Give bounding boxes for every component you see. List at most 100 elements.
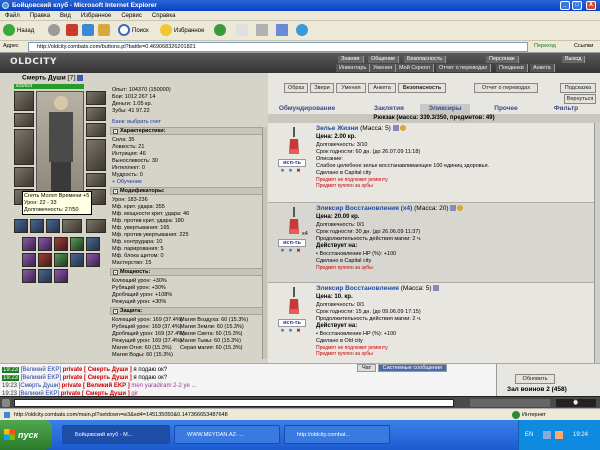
go-button[interactable]: Переход — [534, 43, 556, 49]
collapse-icon[interactable]: - — [113, 129, 118, 134]
tab-filter[interactable]: Фильтр — [546, 104, 586, 114]
menu-help[interactable]: Справка — [147, 11, 181, 21]
taskbar-item-combats[interactable]: Бойцовский клуб - M... — [62, 425, 170, 444]
nav-communication[interactable]: Общение — [368, 56, 400, 63]
use-item-button[interactable]: исп-ть — [278, 239, 306, 247]
window-titlebar[interactable]: Бойцовский клуб - Microsoft Internet Exp… — [0, 0, 600, 11]
drop-icon[interactable]: ✖ — [296, 169, 301, 174]
extra-slot[interactable] — [86, 219, 106, 233]
menu-file[interactable]: Файл — [0, 11, 25, 21]
tab-elixirs[interactable]: Эликсиры — [420, 104, 470, 114]
equip-icon[interactable]: ❖ — [280, 169, 285, 174]
links-button[interactable]: Ссылки — [574, 43, 593, 49]
equip-icon[interactable]: ❖ — [280, 329, 285, 334]
menu-view[interactable]: Вид — [55, 11, 76, 21]
section-modifiers[interactable]: - Модификаторы: — [110, 187, 266, 195]
section-characteristics[interactable]: - Характеристики: — [110, 127, 266, 135]
equip-icon[interactable]: ❖ — [280, 249, 285, 254]
messenger-button[interactable] — [296, 24, 310, 38]
return-button[interactable]: Вернуться — [564, 94, 596, 104]
address-input[interactable]: http://oldcity.combats.com/buttons.pl?ba… — [28, 42, 528, 52]
tab-spells[interactable]: Заклятия — [364, 104, 414, 114]
collapse-icon[interactable]: - — [113, 189, 118, 194]
item-info-icon[interactable] — [433, 285, 440, 292]
nav-exit[interactable]: Выход — [562, 56, 586, 63]
weapon-slot[interactable] — [14, 129, 34, 165]
pants-slot[interactable] — [86, 173, 106, 187]
back-button[interactable]: Назад — [3, 24, 34, 38]
search-button[interactable]: Поиск — [118, 24, 149, 38]
stop-button[interactable] — [66, 24, 80, 38]
nav-battles[interactable]: Поединки — [496, 64, 528, 72]
drop-icon[interactable]: ✖ — [296, 249, 301, 254]
menu-favorites[interactable]: Избранное — [76, 11, 116, 21]
share-icon[interactable]: ❖ — [288, 169, 293, 174]
tab-chat[interactable]: Чат — [357, 364, 377, 372]
drop-icon[interactable]: ✖ — [296, 329, 301, 334]
spell-slot-3[interactable] — [54, 237, 68, 251]
home-button[interactable] — [98, 24, 112, 38]
spell-slot-8[interactable] — [54, 253, 68, 267]
tab-other[interactable]: Прочее — [486, 104, 526, 114]
language-indicator[interactable]: EN — [525, 420, 533, 450]
nav-security[interactable]: Безопасность — [404, 56, 447, 63]
spell-slot-9[interactable] — [70, 253, 84, 267]
forward-button[interactable] — [48, 24, 62, 38]
nav-knowledge[interactable]: Знания — [338, 56, 364, 63]
bank-link[interactable]: Банк: выбрать счет — [112, 119, 161, 126]
maximize-button[interactable]: □ — [572, 1, 582, 10]
shield-slot[interactable] — [86, 139, 106, 171]
spell-slot-4[interactable] — [70, 237, 84, 251]
spell-slot-10[interactable] — [86, 253, 100, 267]
nav-profile[interactable]: Анкета — [530, 64, 555, 72]
section-defense[interactable]: - Защита: — [110, 307, 266, 315]
character-avatar[interactable] — [36, 91, 84, 205]
chat-buttons[interactable] — [470, 399, 550, 407]
print-button[interactable] — [256, 24, 270, 38]
spell-slot-11[interactable] — [22, 269, 36, 283]
gloves-slot[interactable] — [86, 123, 106, 137]
refresh-button[interactable] — [82, 24, 96, 38]
spell-slot-5[interactable] — [86, 237, 100, 251]
tray-icon[interactable] — [543, 431, 551, 439]
transfer-report-button[interactable]: Отчет о переводах — [474, 83, 538, 93]
collapse-icon[interactable]: - — [113, 270, 118, 275]
ring-slot-1[interactable] — [14, 219, 28, 233]
menu-tools[interactable]: Сервис — [116, 11, 147, 21]
amulet-slot[interactable] — [14, 113, 34, 127]
mail-button[interactable] — [236, 24, 250, 38]
earring-slot[interactable] — [86, 91, 106, 105]
menu-edit[interactable]: Правка — [25, 11, 55, 21]
pets-button[interactable]: Звери — [310, 83, 334, 93]
spell-slot-12[interactable] — [38, 269, 52, 283]
hint-button[interactable]: Подсказка — [560, 83, 596, 93]
left-scrollbar[interactable] — [262, 127, 267, 359]
ring-slot-2[interactable] — [30, 219, 44, 233]
spell-slot-2[interactable] — [38, 237, 52, 251]
nav-inventory[interactable]: Инвентарь — [336, 64, 371, 72]
spell-slot-1[interactable] — [22, 237, 36, 251]
favorites-button[interactable]: Избранное — [160, 24, 204, 38]
tray-icon[interactable] — [555, 431, 563, 439]
ring-slot-3[interactable] — [46, 219, 60, 233]
spell-slot-13[interactable] — [54, 269, 68, 283]
nav-scroll[interactable]: Мой Скрепл — [396, 64, 434, 72]
rune-slot[interactable] — [62, 219, 82, 233]
bracer-slot[interactable] — [86, 107, 106, 121]
chat-input[interactable] — [14, 399, 454, 407]
smile-icon[interactable] — [2, 399, 10, 407]
item-info-icon[interactable] — [392, 125, 399, 132]
nav-character[interactable]: Персонаж — [486, 56, 519, 63]
skills-button[interactable]: Умения — [336, 83, 366, 93]
history-button[interactable] — [214, 24, 228, 38]
spell-slot-7[interactable] — [38, 253, 52, 267]
use-item-button[interactable]: исп-ть — [278, 159, 306, 167]
nav-transfer-report[interactable]: Отчет о переводах — [436, 64, 492, 72]
spell-slot-6[interactable] — [22, 253, 36, 267]
inventory-scrollbar[interactable] — [594, 123, 600, 363]
share-icon[interactable]: ❖ — [288, 249, 293, 254]
image-button[interactable]: Образ — [284, 83, 308, 93]
nav-skills[interactable]: Умения — [370, 64, 397, 72]
taskbar-item-meydan[interactable]: WWW.MEYDAN.AZ- ... — [174, 425, 280, 444]
tab-equipment[interactable]: Обмундирование — [274, 104, 340, 114]
